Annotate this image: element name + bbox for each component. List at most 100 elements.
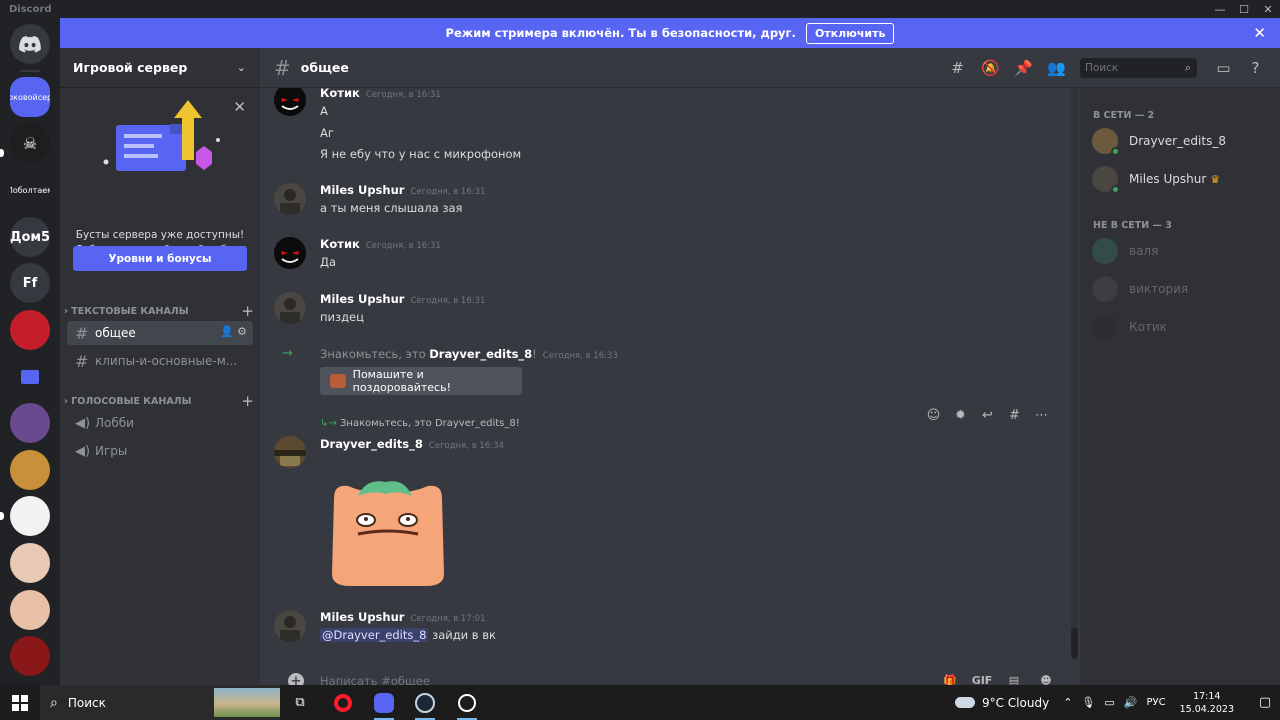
server-icon[interactable] — [10, 636, 50, 676]
create-thread-icon[interactable]: # — [1005, 406, 1024, 425]
taskbar-search[interactable]: ⌕ Поиск — [40, 685, 280, 720]
category-label: › ГОЛОСОВЫЕ КАНАЛЫ — [64, 395, 192, 407]
notifications-muted-icon[interactable]: 🔕 — [980, 58, 1001, 78]
server-icon[interactable]: роковойсерв — [10, 77, 50, 117]
close-icon[interactable]: ✕ — [1253, 24, 1266, 42]
server-icon[interactable]: Поболтаем — [10, 170, 50, 210]
avatar[interactable] — [274, 610, 306, 642]
message-author[interactable]: Котик Сегодня, в 16:31 — [320, 88, 441, 100]
member-item[interactable]: Котик — [1092, 310, 1272, 344]
speaker-icon: ◀) — [75, 443, 91, 459]
avatar[interactable] — [274, 292, 306, 324]
more-icon[interactable]: ⋯ — [1032, 406, 1051, 425]
system-tray: 9°C Cloudy ⌃ 🎙 ▭ 🔊 РУС 17:14 15.04.2023 … — [954, 685, 1280, 720]
timestamp: Сегодня, в 16:33 — [542, 351, 618, 361]
voice-channel-lobby[interactable]: ◀) Лобби — [67, 411, 253, 435]
steam-icon[interactable] — [405, 685, 445, 720]
channel-general[interactable]: # общее 👤 ⚙ — [67, 321, 253, 345]
search-input[interactable]: Поиск ⌕ — [1080, 58, 1197, 78]
app-icon[interactable] — [447, 685, 487, 720]
server-folder[interactable] — [10, 357, 50, 397]
avatar[interactable] — [274, 237, 306, 269]
close-icon[interactable]: ✕ — [1256, 0, 1280, 18]
opera-icon[interactable] — [323, 685, 363, 720]
header-tools: # 🔕 📌 👥 — [947, 58, 1067, 78]
member-item[interactable]: валя — [1092, 234, 1272, 268]
minimize-icon[interactable]: — — [1208, 0, 1232, 18]
unread-pill — [0, 512, 4, 520]
help-icon[interactable]: ? — [1245, 58, 1266, 78]
reply-icon[interactable]: ↩ — [978, 406, 997, 425]
message-author[interactable]: Miles Upshur Сегодня, в 16:31 — [320, 183, 485, 197]
scrollbar-thumb[interactable] — [1071, 628, 1078, 658]
online-status-icon — [1111, 147, 1120, 156]
discord-logo-icon — [19, 35, 41, 52]
avatar[interactable] — [274, 183, 306, 215]
message-author[interactable]: Drayver_edits_8 Сегодня, в 16:34 — [320, 437, 504, 451]
task-view-icon[interactable]: ⧉ — [280, 685, 320, 720]
member-item[interactable]: Drayver_edits_8 — [1092, 124, 1272, 158]
voice-channel-games[interactable]: ◀) Игры — [67, 439, 253, 463]
channel-clips[interactable]: # клипы-и-основные-м... — [67, 349, 253, 373]
avatar[interactable] — [274, 88, 306, 116]
wave-button[interactable]: Помашите и поздоровайтесь! — [320, 367, 522, 395]
home-button[interactable] — [10, 24, 50, 64]
user-mention[interactable]: @Drayver_edits_8 — [320, 628, 429, 642]
message-author[interactable]: Котик Сегодня, в 16:31 — [320, 237, 441, 251]
members-icon[interactable]: 👥 — [1046, 58, 1067, 78]
server-icon[interactable] — [10, 590, 50, 630]
server-icon[interactable] — [10, 496, 50, 536]
category-text-channels[interactable]: › ТЕКСТОВЫЕ КАНАЛЫ + — [64, 302, 254, 320]
microphone-icon[interactable]: 🎙 — [1081, 696, 1095, 709]
add-reaction-icon[interactable]: ☺ — [924, 406, 943, 425]
super-reaction-icon[interactable]: ✹ — [951, 406, 970, 425]
online-status-icon — [1111, 185, 1120, 194]
member-item[interactable]: Miles Upshur ♛ — [1092, 162, 1272, 196]
channel-settings-icon[interactable]: 👤 ⚙ — [220, 325, 247, 338]
message-author[interactable]: Miles Upshur Сегодня, в 16:31 — [320, 292, 485, 306]
channel-sidebar: Игровой сервер ⌄ ✕ Бусты сервера уже дос… — [60, 48, 260, 685]
inbox-icon[interactable]: ▭ — [1213, 58, 1234, 78]
search-icon: ⌕ — [1184, 61, 1191, 74]
server-icon[interactable] — [10, 310, 50, 350]
member-name: валя — [1129, 244, 1159, 258]
language-indicator[interactable]: РУС — [1146, 697, 1165, 708]
server-icon[interactable]: Ff — [10, 263, 50, 303]
reply-reference[interactable]: ↳→ Знакомьтесь, это Drayver_edits_8! — [320, 418, 520, 429]
server-icon[interactable] — [10, 450, 50, 490]
message-text: А — [320, 104, 328, 118]
search-icon: ⌕ — [50, 694, 58, 711]
boost-levels-button[interactable]: Уровни и бонусы — [73, 246, 247, 271]
avatar — [1092, 276, 1118, 302]
maximize-icon[interactable]: ☐ — [1232, 0, 1256, 18]
server-icon[interactable] — [10, 543, 50, 583]
cloud-icon — [954, 697, 975, 708]
create-channel-icon[interactable]: + — [241, 302, 254, 320]
sticker-image[interactable] — [326, 478, 450, 590]
pin-icon[interactable]: 📌 — [1013, 58, 1034, 78]
volume-icon[interactable]: 🔊 — [1124, 696, 1138, 709]
weather-widget[interactable]: 9°C Cloudy — [954, 696, 1049, 710]
clock[interactable]: 17:14 15.04.2023 — [1180, 690, 1234, 716]
message-scrollbar[interactable] — [1071, 88, 1078, 660]
message-author[interactable]: Miles Upshur Сегодня, в 17:01 — [320, 610, 485, 624]
member-item[interactable]: виктория — [1092, 272, 1272, 306]
avatar-image — [274, 237, 306, 269]
notifications-icon[interactable]: ▢ — [1250, 695, 1280, 710]
server-icon[interactable]: ☠ — [10, 123, 50, 163]
disable-streamer-button[interactable]: Отключить — [805, 22, 895, 44]
server-icon[interactable] — [10, 403, 50, 443]
network-icon[interactable]: ▭ — [1104, 696, 1114, 709]
create-channel-icon[interactable]: + — [241, 392, 254, 410]
avatar[interactable] — [274, 436, 306, 468]
server-icon[interactable]: Дом5 — [10, 217, 50, 257]
chevron-up-icon[interactable]: ⌃ — [1063, 696, 1072, 709]
discord-taskbar-icon[interactable] — [364, 685, 404, 720]
windows-start-button[interactable] — [0, 685, 40, 720]
close-icon[interactable]: ✕ — [233, 98, 246, 116]
reply-arrow-icon: ↳→ — [320, 418, 340, 429]
threads-icon[interactable]: # — [947, 58, 968, 78]
server-header[interactable]: Игровой сервер ⌄ — [60, 48, 260, 88]
joined-user[interactable]: Drayver_edits_8 — [429, 347, 532, 361]
category-voice-channels[interactable]: › ГОЛОСОВЫЕ КАНАЛЫ + — [64, 392, 254, 410]
